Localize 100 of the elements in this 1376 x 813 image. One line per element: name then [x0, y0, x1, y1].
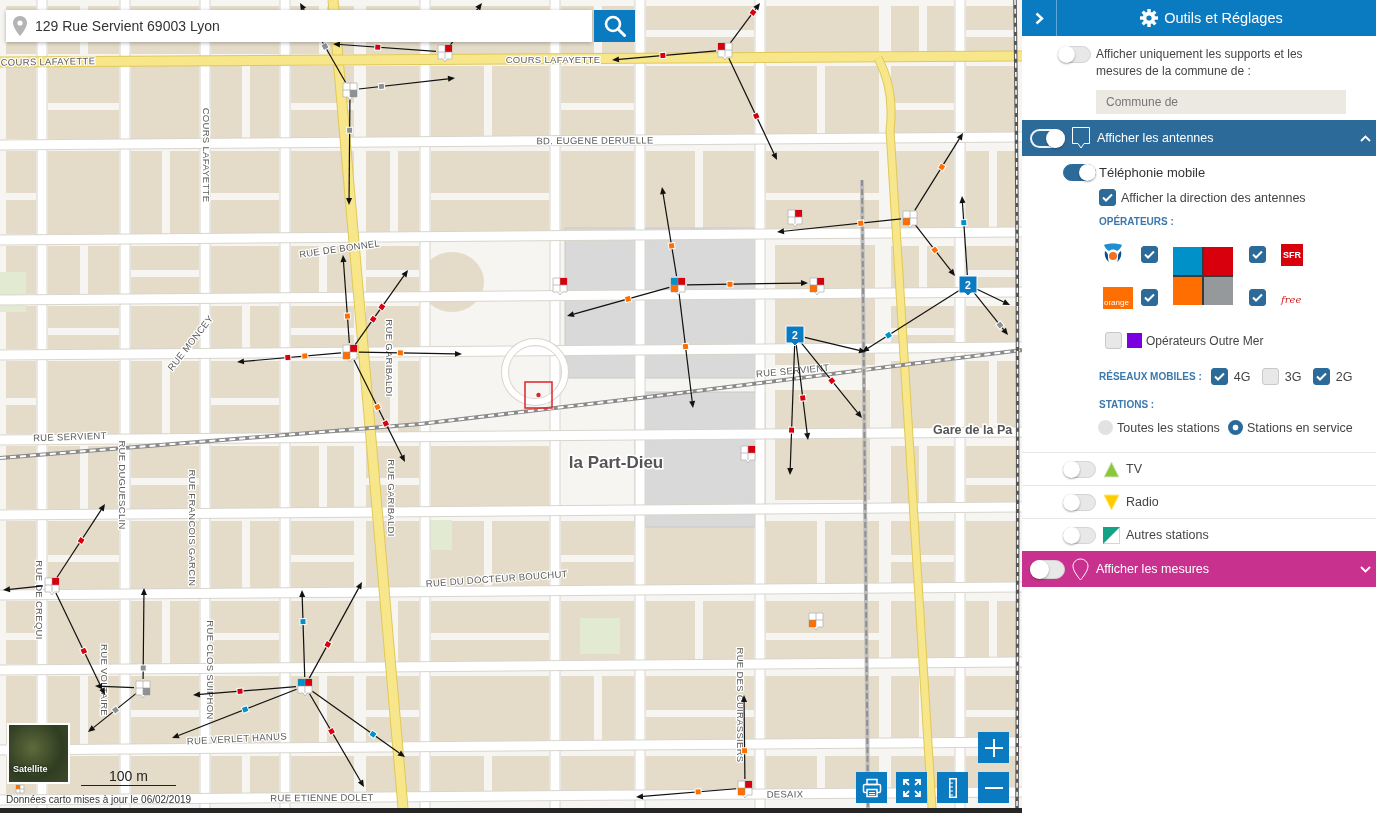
checkbox[interactable]	[1099, 189, 1116, 206]
building	[291, 562, 354, 589]
checkbox[interactable]	[1312, 368, 1330, 385]
chevron-up-icon[interactable]	[1360, 134, 1371, 142]
building	[327, 676, 354, 744]
building	[291, 601, 354, 664]
building	[891, 66, 954, 103]
street-label: DESAIX	[766, 788, 804, 800]
building	[211, 640, 279, 664]
ruler-icon	[948, 777, 957, 798]
expand-arrows-icon	[902, 778, 921, 797]
building	[131, 601, 162, 664]
building	[170, 601, 199, 664]
street-label: RUE CLOS SUIPHON	[205, 620, 216, 720]
checkmark-icon	[1252, 250, 1263, 259]
building	[6, 151, 36, 193]
speech-bubble-icon	[1072, 127, 1090, 149]
zoom-in-button[interactable]	[978, 732, 1009, 763]
checkmark-icon	[1315, 372, 1327, 381]
building	[398, 601, 419, 664]
checkbox[interactable]	[1249, 289, 1266, 306]
building	[291, 246, 319, 294]
building	[211, 200, 279, 234]
minus-icon	[984, 786, 1003, 789]
building	[211, 446, 279, 509]
scale-bar: 100 m	[81, 767, 176, 786]
section-header[interactable]: Afficher les antennes	[1022, 120, 1376, 156]
search-field[interactable]: 129 Rue Servient 69003 Lyon	[6, 10, 592, 42]
building	[431, 756, 484, 794]
satellite-layer-button[interactable]: Satellite	[7, 723, 70, 784]
building	[48, 246, 80, 294]
building	[291, 521, 354, 555]
building	[492, 756, 549, 794]
building	[211, 601, 279, 633]
cluster-badge[interactable]: 2	[785, 325, 805, 347]
building	[48, 601, 119, 664]
print-button[interactable]	[856, 772, 887, 803]
street-label: RUE DU DOCTEUR BOUCHUT	[425, 568, 569, 589]
cluster-badge[interactable]: 2	[958, 275, 978, 297]
zoom-out-button[interactable]	[978, 772, 1009, 803]
park-area	[430, 520, 452, 550]
measure-button[interactable]	[937, 772, 968, 803]
section-heading: STATIONS :	[1099, 399, 1156, 410]
checkmark-icon	[1144, 293, 1155, 302]
building	[48, 110, 119, 139]
option-label: Toutes les stations	[1117, 420, 1220, 435]
radio-button[interactable]	[1098, 420, 1113, 435]
roundabout-road	[501, 338, 569, 406]
commune-input[interactable]: Commune de	[1096, 90, 1346, 114]
building	[291, 446, 319, 509]
building	[88, 446, 119, 509]
building	[131, 756, 199, 794]
direction-arrow	[914, 224, 955, 276]
building	[6, 306, 36, 349]
panel-title: Outils et Réglages	[1164, 10, 1283, 26]
building	[48, 66, 119, 103]
street-label: RUE ETIENNE DOLET	[270, 791, 374, 804]
street-label: RUE DUGUESCLIN	[117, 440, 128, 530]
building	[6, 640, 36, 664]
building	[250, 306, 279, 349]
street-label: RUE DE BONNEL	[298, 237, 381, 260]
option-label: Autres stations	[1126, 528, 1209, 542]
triangle-up-icon	[1103, 460, 1120, 478]
section-heading: OPÉRATEURS :	[1099, 216, 1175, 227]
attribution-text: Données carto mises à jour le 06/02/2019	[6, 794, 192, 805]
building	[131, 246, 199, 270]
chevron-down-icon[interactable]	[1360, 565, 1371, 573]
checkbox[interactable]	[1249, 246, 1266, 263]
building	[211, 405, 279, 434]
printer-icon	[861, 777, 882, 798]
operator-logo: SFR	[1281, 243, 1303, 266]
street-label: RUE SERVIENT	[755, 361, 830, 380]
map-pin-icon	[13, 16, 27, 36]
building	[6, 361, 36, 398]
building	[6, 405, 36, 434]
section-header[interactable]: Afficher les mesures	[1022, 551, 1376, 587]
checkbox[interactable]	[1141, 289, 1158, 306]
building	[211, 756, 242, 794]
search-button[interactable]	[594, 10, 635, 42]
place-label: la Part-Dieu	[568, 453, 664, 472]
toggle-switch[interactable]	[1063, 164, 1096, 181]
option-label: Opérateurs Outre Mer	[1146, 333, 1264, 348]
street-label: RUE GARIBALDI	[386, 459, 397, 537]
filter-description: Afficher uniquement les supports et les mesures de la commune de :	[1096, 46, 1304, 80]
radio-button[interactable]	[1228, 420, 1243, 435]
building	[211, 361, 279, 398]
triangle-down-icon	[1103, 493, 1120, 511]
building	[250, 756, 279, 794]
half-square-icon	[1103, 526, 1120, 544]
antenna-marker-icon[interactable]	[15, 784, 25, 794]
checkmark-icon	[1213, 372, 1225, 381]
fullscreen-button[interactable]	[896, 772, 927, 803]
street-label: RUE VERLET HANUS	[186, 730, 288, 747]
building	[927, 6, 954, 54]
building	[6, 521, 36, 589]
building	[966, 246, 1016, 270]
street-label: RUE SERVIENT	[32, 429, 107, 444]
checkbox[interactable]	[1210, 368, 1228, 385]
checkbox[interactable]	[1141, 246, 1158, 263]
building	[211, 306, 242, 349]
